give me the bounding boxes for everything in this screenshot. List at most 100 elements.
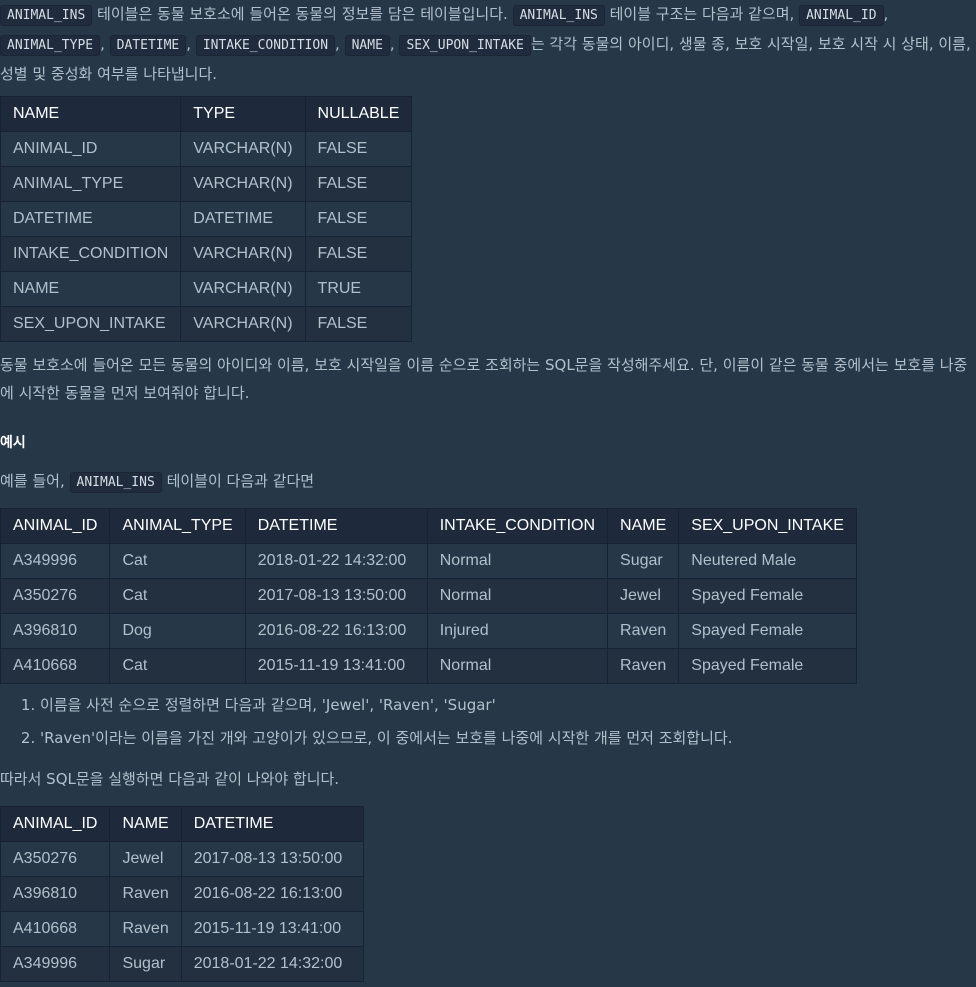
column-header: NAME — [109, 806, 182, 842]
table-cell: FALSE — [304, 236, 413, 272]
table-cell: 2015-11-19 13:41:00 — [180, 911, 364, 947]
table-cell: Spayed Female — [678, 648, 857, 684]
table-row: A396810 Raven 2016-08-22 16:13:00 — [0, 876, 364, 912]
inline-code: DATETIME — [109, 35, 187, 56]
table-cell: Spayed Female — [678, 578, 857, 614]
table-cell: Dog — [109, 613, 246, 649]
table-cell: 2015-11-19 13:41:00 — [244, 648, 428, 684]
table-cell: A350276 — [0, 841, 111, 877]
separator: , — [100, 35, 110, 53]
table-cell: 2017-08-13 13:50:00 — [180, 841, 364, 877]
table-header-row: NAME TYPE NULLABLE — [0, 96, 413, 132]
table-cell: 2016-08-22 16:13:00 — [180, 876, 364, 912]
result-intro: 따라서 SQL문을 실행하면 다음과 같이 나와야 합니다. — [0, 770, 340, 788]
intro-text: 테이블은 동물 보호소에 들어온 동물의 정보를 담은 테이블입니다. — [92, 5, 513, 23]
example-heading: 예시 — [0, 435, 26, 451]
example-table: ANIMAL_ID ANIMAL_TYPE DATETIME INTAKE_CO… — [0, 508, 857, 684]
table-cell: Raven — [109, 911, 182, 947]
table-cell: A396810 — [0, 876, 111, 912]
question-text: 동물 보호소에 들어온 모든 동물의 아이디와 이름, 보호 시작일을 이름 순… — [0, 356, 968, 402]
inline-code: ANIMAL_INS — [0, 5, 93, 26]
table-cell: 2018-01-22 14:32:00 — [244, 543, 428, 579]
table-cell: FALSE — [304, 201, 413, 237]
table-cell: Neutered Male — [678, 543, 857, 579]
table-cell: A349996 — [0, 543, 111, 579]
table-cell: A350276 — [0, 578, 111, 614]
table-cell: NAME — [0, 271, 182, 307]
explanation-list: 이름을 사전 순으로 정렬하면 다음과 같으며, 'Jewel', 'Raven… — [0, 689, 732, 755]
inline-code: ANIMAL_INS — [512, 5, 605, 26]
table-row: SEX_UPON_INTAKE VARCHAR(N) FALSE — [0, 306, 413, 342]
table-header-row: ANIMAL_ID ANIMAL_TYPE DATETIME INTAKE_CO… — [0, 508, 857, 544]
table-cell: Raven — [607, 613, 680, 649]
table-cell: 2018-01-22 14:32:00 — [180, 946, 364, 982]
table-cell: FALSE — [304, 166, 413, 202]
table-row: A349996 Cat 2018-01-22 14:32:00 Normal Sugar… — [0, 543, 857, 579]
table-cell: Cat — [109, 648, 246, 684]
table-cell: Raven — [109, 876, 182, 912]
table-header-row: ANIMAL_ID NAME DATETIME — [0, 806, 364, 842]
intro-paragraph: ANIMAL_INS 테이블은 동물 보호소에 들어온 동물의 정보를 담은 테… — [0, 0, 976, 88]
table-cell: SEX_UPON_INTAKE — [0, 306, 182, 342]
inline-code: ANIMAL_ID — [799, 5, 884, 26]
inline-code: SEX_UPON_INTAKE — [399, 35, 531, 56]
table-cell: TRUE — [304, 271, 413, 307]
result-table: ANIMAL_ID NAME DATETIME A350276 Jewel 2017… — [0, 806, 364, 982]
column-header: SEX_UPON_INTAKE — [678, 508, 857, 544]
column-header: DATETIME — [244, 508, 428, 544]
column-header: NAME — [0, 96, 182, 132]
table-row: A396810 Dog 2016-08-22 16:13:00 Injured Rave… — [0, 613, 857, 649]
column-header: ANIMAL_ID — [0, 508, 111, 544]
separator: , — [335, 35, 345, 53]
table-cell: Raven — [607, 648, 680, 684]
table-cell: FALSE — [304, 306, 413, 342]
table-cell: Jewel — [109, 841, 182, 877]
table-row: A410668 Cat 2015-11-19 13:41:00 Normal Raven… — [0, 648, 857, 684]
table-cell: A410668 — [0, 911, 111, 947]
table-cell: Normal — [426, 578, 609, 614]
table-cell: DATETIME — [180, 201, 306, 237]
table-row: A350276 Jewel 2017-08-13 13:50:00 — [0, 841, 364, 877]
table-cell: Cat — [109, 578, 246, 614]
column-header: ANIMAL_ID — [0, 806, 111, 842]
table-cell: VARCHAR(N) — [180, 271, 306, 307]
example-intro-text: 예를 들어, — [0, 472, 70, 490]
table-cell: 2017-08-13 13:50:00 — [244, 578, 428, 614]
table-row: ANIMAL_TYPE VARCHAR(N) FALSE — [0, 166, 413, 202]
example-intro: 예를 들어, ANIMAL_INS 테이블이 다음과 같다면 — [0, 467, 976, 497]
separator: , — [883, 5, 889, 23]
separator: , — [186, 35, 196, 53]
table-row: NAME VARCHAR(N) TRUE — [0, 271, 413, 307]
table-cell: ANIMAL_TYPE — [0, 166, 182, 202]
table-cell: Jewel — [607, 578, 680, 614]
example-intro-text: 테이블이 다음과 같다면 — [161, 472, 315, 490]
table-cell: VARCHAR(N) — [180, 131, 306, 167]
column-header: NAME — [607, 508, 680, 544]
column-header: TYPE — [180, 96, 306, 132]
inline-code: ANIMAL_INS — [69, 472, 162, 493]
inline-code: NAME — [344, 35, 390, 56]
list-item: 이름을 사전 순으로 정렬하면 다음과 같으며, 'Jewel', 'Raven… — [40, 689, 732, 722]
table-row: A349996 Sugar 2018-01-22 14:32:00 — [0, 946, 364, 982]
inline-code: INTAKE_CONDITION — [195, 35, 336, 56]
column-header: INTAKE_CONDITION — [426, 508, 609, 544]
column-header: NULLABLE — [304, 96, 413, 132]
table-row: A350276 Cat 2017-08-13 13:50:00 Normal Jewel… — [0, 578, 857, 614]
table-row: A410668 Raven 2015-11-19 13:41:00 — [0, 911, 364, 947]
table-row: DATETIME DATETIME FALSE — [0, 201, 413, 237]
table-cell: VARCHAR(N) — [180, 236, 306, 272]
list-item: 'Raven'이라는 이름을 가진 개와 고양이가 있으므로, 이 중에서는 보… — [40, 722, 732, 755]
table-cell: Normal — [426, 648, 609, 684]
table-cell: Spayed Female — [678, 613, 857, 649]
table-cell: DATETIME — [0, 201, 182, 237]
table-cell: Sugar — [607, 543, 680, 579]
table-cell: A396810 — [0, 613, 111, 649]
table-cell: A410668 — [0, 648, 111, 684]
intro-text: 테이블 구조는 다음과 같으며, — [604, 5, 800, 23]
schema-table: NAME TYPE NULLABLE ANIMAL_ID VARCHAR(N) FA… — [0, 96, 413, 342]
table-cell: INTAKE_CONDITION — [0, 236, 182, 272]
table-cell: Cat — [109, 543, 246, 579]
table-cell: VARCHAR(N) — [180, 306, 306, 342]
table-cell: VARCHAR(N) — [180, 166, 306, 202]
inline-code: ANIMAL_TYPE — [0, 35, 101, 56]
